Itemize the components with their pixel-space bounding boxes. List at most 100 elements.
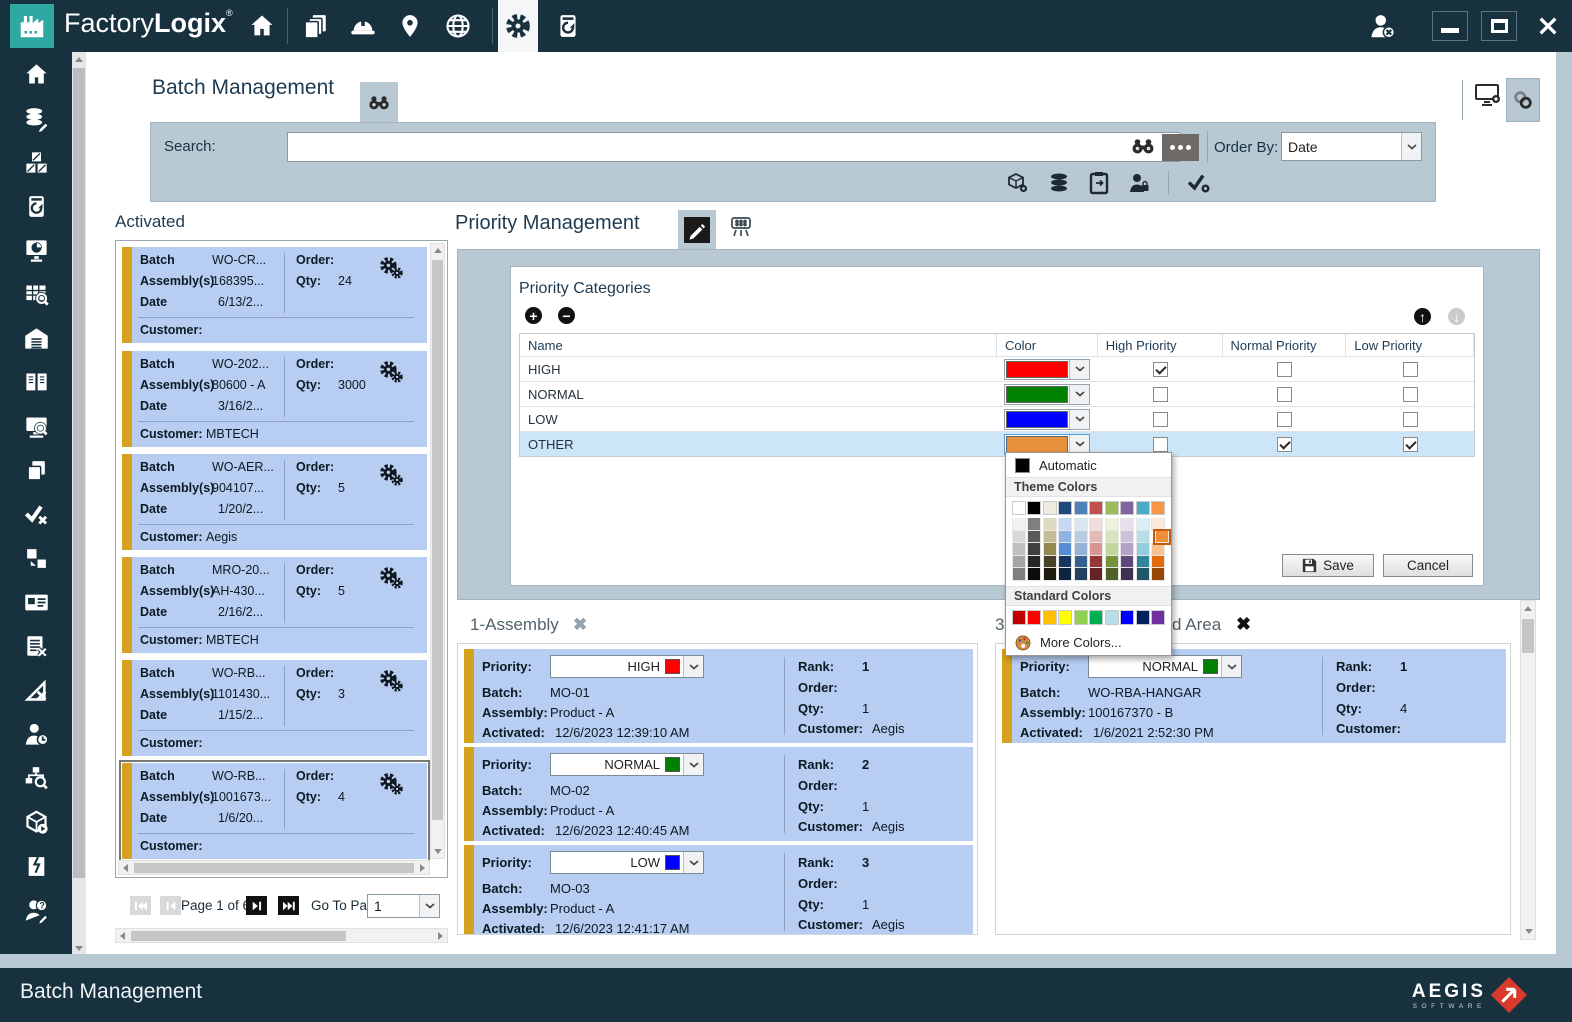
location-pin-icon[interactable] — [390, 6, 430, 46]
theme-color-variant-swatch[interactable] — [1058, 568, 1072, 581]
standard-color-swatch[interactable] — [1120, 610, 1134, 625]
clipboard-export-icon[interactable] — [1088, 171, 1110, 195]
list-scrollbar-thumb[interactable] — [432, 260, 443, 820]
chevron-down-icon[interactable] — [1069, 385, 1089, 404]
theme-color-swatch[interactable] — [1043, 501, 1057, 515]
low-priority-checkbox[interactable] — [1403, 437, 1418, 452]
theme-color-swatch[interactable] — [1120, 501, 1134, 515]
sidebar-scrollbar-thumb[interactable] — [73, 68, 85, 878]
chevron-down-icon[interactable] — [1221, 656, 1241, 677]
scroll-up-arrow-icon[interactable] — [75, 57, 83, 62]
sidebar-cube-run-icon[interactable] — [0, 800, 72, 844]
sidebar-check-x-icon[interactable] — [0, 492, 72, 536]
sidebar-documents-icon[interactable] — [0, 448, 72, 492]
sidebar-table-search-icon[interactable] — [0, 272, 72, 316]
priority-select[interactable]: HIGH — [550, 655, 704, 678]
theme-color-variant-swatch[interactable] — [1058, 531, 1072, 544]
tab-edit-priorities[interactable] — [678, 210, 716, 250]
sidebar-packages-icon[interactable] — [0, 140, 72, 184]
priority-select[interactable]: LOW — [550, 851, 704, 874]
sidebar-torn-document-icon[interactable] — [0, 844, 72, 888]
theme-color-variant-swatch[interactable] — [1027, 568, 1041, 581]
theme-color-variant-swatch[interactable] — [1074, 568, 1088, 581]
last-page-button[interactable] — [278, 896, 299, 915]
batch-card[interactable]: BatchWO-RB... Assembly(s)1101430... Date… — [122, 660, 427, 756]
chevron-down-icon[interactable] — [1069, 435, 1089, 454]
area-card[interactable]: Priority: NORMAL Batch:WO-RBA-HANGAR Ass… — [1002, 649, 1506, 743]
priority-row[interactable]: NORMAL — [520, 381, 1474, 406]
theme-color-variant-swatch[interactable] — [1012, 568, 1026, 581]
goto-page-select[interactable]: 1 — [367, 894, 440, 918]
sidebar-list-remove-icon[interactable] — [0, 624, 72, 668]
gears-icon[interactable] — [378, 668, 404, 699]
theme-color-variant-swatch[interactable] — [1105, 518, 1119, 531]
more-colors-option[interactable]: More Colors... — [1006, 631, 1171, 655]
theme-color-variant-swatch[interactable] — [1074, 556, 1088, 569]
theme-color-variant-swatch[interactable] — [1136, 531, 1150, 544]
theme-color-variant-swatch[interactable] — [1105, 531, 1119, 544]
chevron-down-icon[interactable] — [419, 895, 439, 917]
sidebar-hierarchy-search-icon[interactable] — [0, 756, 72, 800]
theme-color-variant-swatch[interactable] — [1043, 543, 1057, 556]
color-select[interactable] — [1004, 384, 1090, 405]
database-icon[interactable] — [1047, 171, 1071, 195]
close-area-panel-icon[interactable]: ✖ — [1236, 614, 1251, 635]
gears-icon[interactable] — [378, 255, 404, 286]
theme-color-swatch[interactable] — [1058, 501, 1072, 515]
standard-color-swatch[interactable] — [1012, 610, 1026, 625]
theme-color-variant-swatch[interactable] — [1012, 531, 1026, 544]
more-options-button[interactable] — [1162, 134, 1199, 161]
color-select[interactable] — [1004, 409, 1090, 430]
assembly-card[interactable]: Priority: LOW Batch:MO-03 Assembly:Produ… — [464, 845, 973, 935]
theme-color-variant-swatch[interactable] — [1027, 543, 1041, 556]
binoculars-search-icon[interactable] — [1131, 138, 1155, 154]
theme-color-variant-swatch[interactable] — [1120, 568, 1134, 581]
theme-color-variant-swatch[interactable] — [1151, 556, 1165, 569]
documents-icon[interactable] — [296, 6, 336, 46]
add-category-button[interactable]: + — [525, 307, 542, 324]
scroll-left-arrow-icon[interactable] — [120, 932, 125, 940]
theme-color-variant-swatch[interactable] — [1027, 556, 1041, 569]
panel-hscrollbar[interactable] — [115, 928, 448, 943]
priority-select[interactable]: NORMAL — [1088, 655, 1242, 678]
standard-color-swatch[interactable] — [1136, 610, 1150, 625]
sidebar-dashboard-icon[interactable] — [0, 228, 72, 272]
low-priority-checkbox[interactable] — [1403, 362, 1418, 377]
gears-icon[interactable] — [378, 565, 404, 596]
sidebar-transfer-icon[interactable] — [0, 536, 72, 580]
priority-row[interactable]: LOW — [520, 406, 1474, 431]
next-page-button[interactable] — [246, 896, 267, 915]
theme-color-variant-swatch[interactable] — [1136, 556, 1150, 569]
sidebar-warehouse-icon[interactable] — [0, 316, 72, 360]
normal-priority-checkbox[interactable] — [1277, 387, 1292, 402]
high-priority-checkbox[interactable] — [1153, 362, 1168, 377]
globe-icon[interactable] — [438, 6, 478, 46]
order-by-select[interactable]: Date — [1281, 132, 1422, 161]
theme-color-swatch[interactable] — [1089, 501, 1103, 515]
chevron-down-icon[interactable] — [683, 852, 703, 873]
theme-color-variant-swatch[interactable] — [1151, 568, 1165, 581]
theme-color-variant-swatch[interactable] — [1074, 543, 1088, 556]
sidebar-backup-icon[interactable] — [0, 184, 72, 228]
list-scrollbar[interactable] — [430, 243, 445, 859]
scroll-down-arrow-icon[interactable] — [1525, 929, 1533, 934]
move-down-button[interactable]: ↓ — [1448, 308, 1465, 325]
close-assembly-panel-icon[interactable]: ✖ — [573, 615, 587, 635]
sidebar-ruler-x-icon[interactable] — [0, 668, 72, 712]
high-priority-checkbox[interactable] — [1153, 437, 1168, 452]
main-scrollbar[interactable] — [1520, 600, 1536, 940]
assembly-card[interactable]: Priority: NORMAL Batch:MO-02 Assembly:Pr… — [464, 747, 973, 841]
tab-machine-view-icon[interactable] — [728, 216, 754, 245]
chevron-down-icon[interactable] — [683, 656, 703, 677]
check-settings-icon[interactable] — [1186, 171, 1212, 195]
high-priority-checkbox[interactable] — [1153, 412, 1168, 427]
sidebar-home-icon[interactable] — [0, 52, 72, 96]
theme-color-variant-swatch[interactable] — [1043, 518, 1057, 531]
theme-color-swatch[interactable] — [1012, 501, 1026, 515]
main-scrollbar-thumb[interactable] — [1522, 619, 1534, 653]
theme-color-variant-swatch[interactable] — [1074, 518, 1088, 531]
scroll-up-arrow-icon[interactable] — [434, 248, 442, 253]
scroll-down-arrow-icon[interactable] — [75, 946, 83, 951]
theme-color-variant-swatch[interactable] — [1043, 568, 1057, 581]
search-input[interactable] — [287, 132, 1180, 162]
